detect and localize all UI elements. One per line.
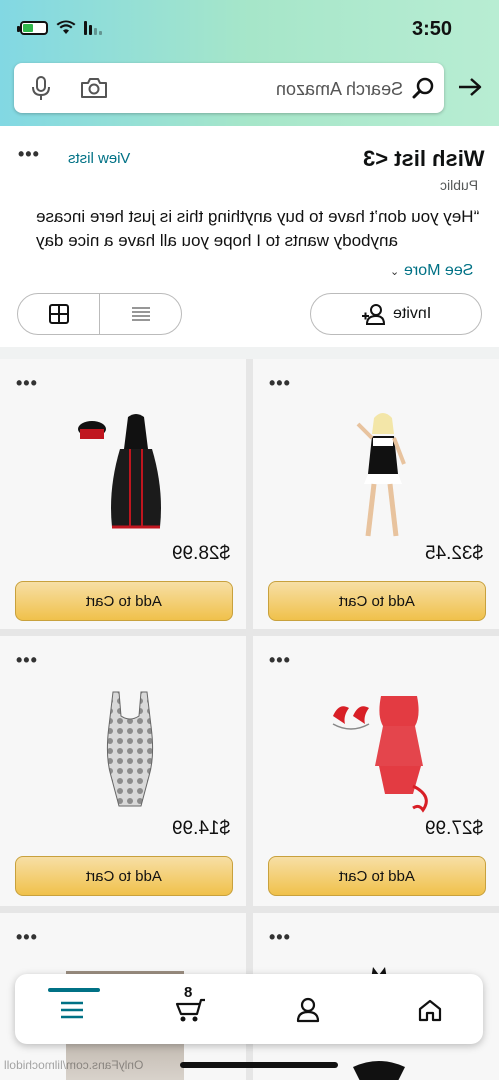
battery-icon [17, 21, 48, 35]
menu-icon [61, 1001, 83, 1019]
product-card[interactable]: ••• $14.99 Add to Cart [0, 636, 246, 906]
signal-icon [84, 21, 102, 35]
app-header: 3:50 Search Amazon [0, 0, 499, 126]
add-to-cart-button[interactable]: Add to Cart [268, 581, 486, 621]
product-price: $14.99 [171, 818, 230, 839]
search-bar[interactable]: Search Amazon [14, 63, 444, 113]
status-time: 3:50 [412, 18, 453, 40]
maid-costume-image[interactable] [313, 399, 443, 549]
active-tab-indicator [48, 988, 100, 992]
invite-button[interactable]: Invite [310, 293, 482, 335]
see-more-label: See More [403, 262, 474, 279]
wishlist-description: “Hey you don’t have to buy anything this… [36, 205, 486, 253]
item-options-icon[interactable]: ••• [269, 373, 291, 394]
add-to-cart-button[interactable]: Add to Cart [15, 581, 233, 621]
list-icon [131, 307, 150, 321]
camera-icon[interactable] [80, 76, 108, 100]
add-to-cart-button[interactable]: Add to Cart [268, 856, 486, 896]
microphone-icon[interactable] [30, 75, 52, 101]
section-divider [0, 347, 499, 359]
nav-menu[interactable] [48, 988, 100, 1030]
search-input[interactable]: Search Amazon [276, 79, 403, 100]
wishlist-options-icon[interactable]: ••• [18, 144, 40, 165]
add-to-cart-button[interactable]: Add to Cart [15, 856, 233, 896]
view-lists-link[interactable]: View lists [68, 150, 130, 167]
nav-home[interactable] [410, 990, 450, 1030]
item-options-icon[interactable]: ••• [16, 927, 38, 948]
item-options-icon[interactable]: ••• [269, 650, 291, 671]
item-options-icon[interactable]: ••• [16, 373, 38, 394]
floral-bodysuit-image[interactable] [70, 676, 190, 826]
wishlist-privacy: Public [440, 177, 479, 193]
list-view-button[interactable] [100, 294, 181, 334]
product-card[interactable]: ••• $32.45 Add to Cart [253, 359, 499, 629]
see-more-link[interactable]: ⌄ See More [390, 262, 473, 280]
bottom-nav: 8 [15, 974, 483, 1044]
home-indicator [180, 1062, 338, 1068]
watermark: OnlyFans.com/lilmochidoll [4, 1058, 144, 1072]
person-icon [296, 997, 320, 1023]
product-price: $28.99 [171, 543, 230, 564]
cart-count-badge: 8 [184, 984, 193, 1001]
nurse-dress-image[interactable] [60, 399, 190, 549]
nav-cart[interactable]: 8 [170, 984, 210, 1030]
forward-arrow-icon[interactable] [457, 76, 483, 98]
nav-account[interactable] [288, 990, 328, 1030]
wifi-icon [56, 20, 76, 34]
product-price: $32.45 [424, 543, 483, 564]
wishlist-description-text: “Hey you don’t have to buy anything this… [36, 207, 480, 250]
invite-label: Invite [392, 305, 432, 322]
grid-view-button[interactable] [18, 294, 100, 334]
product-card[interactable]: ••• $28.99 Add to Cart [0, 359, 246, 629]
search-icon[interactable] [412, 77, 434, 99]
product-grid: ••• $32.45 Add to Cart ••• $28.99 Add to… [0, 359, 499, 1080]
item-options-icon[interactable]: ••• [269, 927, 291, 948]
home-icon [418, 999, 442, 1022]
product-card[interactable]: ••• $27.99 Add to Cart [253, 636, 499, 906]
item-options-icon[interactable]: ••• [16, 650, 38, 671]
status-icons [17, 20, 102, 36]
view-toggle [17, 293, 182, 335]
red-devil-lingerie-image[interactable] [323, 676, 443, 826]
wishlist-title: Wish list <3 [363, 146, 485, 171]
grid-icon [48, 304, 69, 324]
add-person-icon [361, 304, 385, 325]
product-price: $27.99 [424, 818, 483, 839]
